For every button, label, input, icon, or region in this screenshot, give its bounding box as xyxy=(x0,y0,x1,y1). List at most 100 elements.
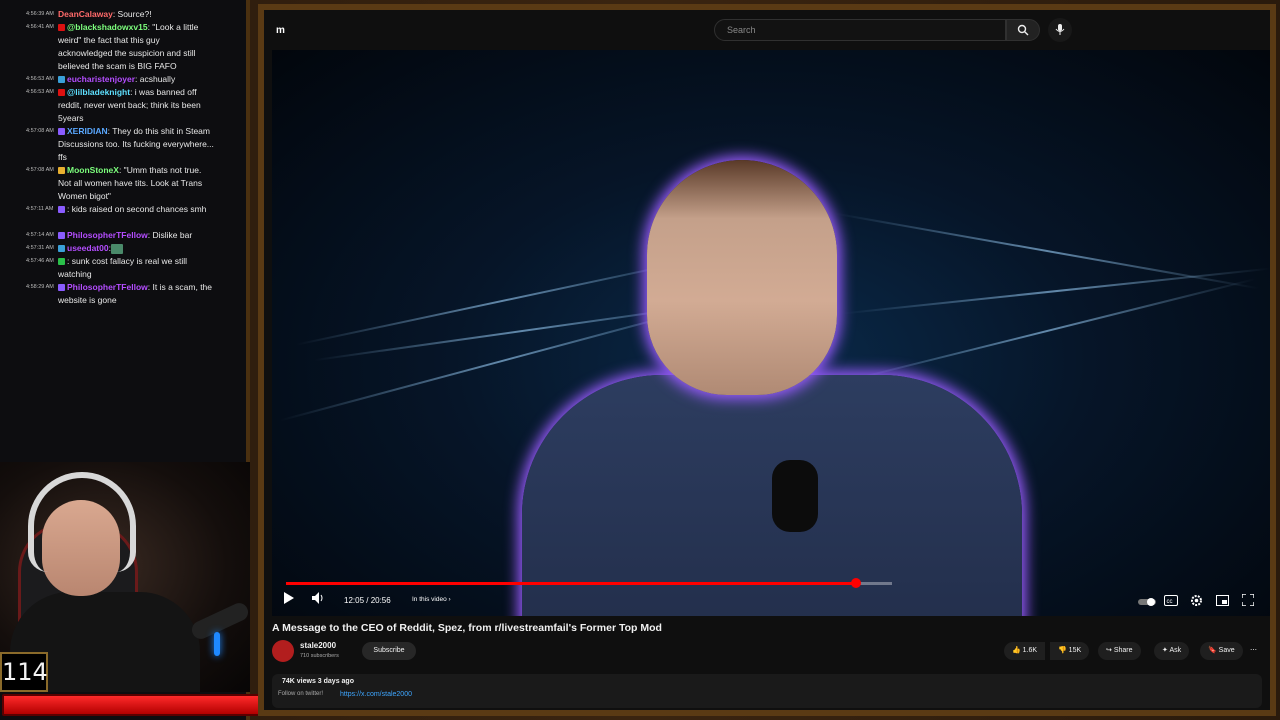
badge-icon xyxy=(58,167,65,175)
video-title: A Message to the CEO of Reddit, Spez, fr… xyxy=(272,622,662,634)
chat-username[interactable]: @lilbladeknight xyxy=(67,87,130,97)
chat-message: 4:56:39 AM DeanCalaway: Source?! xyxy=(0,8,246,21)
stream-layout: 4:56:39 AM DeanCalaway: Source?! 4:56:41… xyxy=(0,0,1280,720)
chat-timestamp: 4:57:46 AM xyxy=(26,258,54,264)
chat-timestamp: 4:57:14 AM xyxy=(26,232,54,238)
dislike-button[interactable]: 👎 15K xyxy=(1050,642,1090,660)
presenter-microphone xyxy=(772,460,818,532)
chapter-button[interactable]: In this video › xyxy=(412,596,451,603)
headphones-icon xyxy=(28,472,136,572)
chat-text: : Dislike bar xyxy=(147,230,193,240)
subscriber-count: 710 subscribers xyxy=(300,653,339,659)
youtube-logo[interactable]: m xyxy=(276,25,285,36)
chat-username[interactable]: PhilosopherTFellow xyxy=(67,282,148,292)
play-icon[interactable] xyxy=(284,592,294,607)
save-label: Save xyxy=(1218,647,1235,654)
video-presenter xyxy=(522,160,1022,616)
chat-username[interactable]: PhilosopherTFellow xyxy=(67,230,148,240)
badge-icon xyxy=(58,284,65,292)
chat-message: 4:57:11 AM : kids raised on second chanc… xyxy=(0,203,246,229)
badge-icon xyxy=(58,76,65,84)
player-controls: 12:05 / 20:56 In this video › cc xyxy=(272,588,1270,616)
presenter-head xyxy=(647,160,837,395)
progress-bar[interactable] xyxy=(286,578,892,588)
chat-message: 4:58:29 AM PhilosopherTFellow: It is a s… xyxy=(0,281,246,307)
chat-timestamp: 4:57:08 AM xyxy=(26,128,54,134)
chat-text: : Source?! xyxy=(112,9,152,19)
counter-badge: 114 xyxy=(0,652,48,692)
badge-icon xyxy=(58,258,65,266)
chat-message: 4:57:31 AM useedat00: xyxy=(0,242,246,255)
description-follow-text: Follow on twitter! xyxy=(278,691,324,697)
youtube-topbar: m Search xyxy=(264,10,1270,48)
video-player[interactable]: 12:05 / 20:56 In this video › cc xyxy=(272,50,1270,616)
chat-message: 4:57:46 AM : sunk cost fallacy is real w… xyxy=(0,255,246,281)
chat-message: 4:57:08 AM MoonStoneX: "Umm thats not tr… xyxy=(0,164,246,203)
chat-timestamp: 4:57:11 AM xyxy=(26,206,54,212)
search-icon[interactable] xyxy=(1006,19,1040,41)
microphone-light xyxy=(214,632,220,656)
chat-timestamp: 4:58:29 AM xyxy=(26,284,54,290)
ask-label: Ask xyxy=(1169,647,1182,654)
like-count: 1.6K xyxy=(1022,647,1038,654)
chat-message: 4:56:41 AM @blackshadowxv15: "Look a lit… xyxy=(0,21,246,73)
chat-message: 4:57:08 AM XERIDIAN: They do this shit i… xyxy=(0,125,246,164)
chat-username[interactable]: MoonStoneX xyxy=(67,165,119,175)
badge-icon xyxy=(58,89,65,97)
volume-icon[interactable] xyxy=(312,592,326,607)
chat-timestamp: 4:56:41 AM xyxy=(26,24,54,30)
thumbs-up-icon: 👍 xyxy=(1012,647,1023,654)
subscribe-button[interactable]: Subscribe xyxy=(362,642,416,660)
chat-text: : acshually xyxy=(135,74,176,84)
save-button[interactable]: 🔖 Save xyxy=(1200,642,1243,660)
mic-icon[interactable] xyxy=(1048,18,1072,42)
settings-gear-icon[interactable] xyxy=(1190,594,1203,610)
chat-text: : sunk cost fallacy is real we still wat… xyxy=(58,256,187,279)
time-display: 12:05 / 20:56 xyxy=(344,596,391,605)
thumbs-down-icon: 👎 xyxy=(1058,647,1069,654)
chat-message: 4:56:53 AM eucharistenjoyer: acshually xyxy=(0,73,246,86)
ask-button[interactable]: ✦ Ask xyxy=(1154,642,1190,660)
chat-message: 4:56:53 AM @lilbladeknight: i was banned… xyxy=(0,86,246,125)
badge-icon xyxy=(58,245,65,253)
chat-timestamp: 4:57:08 AM xyxy=(26,167,54,173)
badge-icon xyxy=(58,128,65,136)
fullscreen-icon[interactable] xyxy=(1241,593,1255,609)
video-meta: 74K views 3 days ago xyxy=(282,678,354,685)
miniplayer-icon[interactable] xyxy=(1216,595,1229,609)
badge-icon xyxy=(58,232,65,240)
chat-username[interactable]: eucharistenjoyer xyxy=(67,74,135,84)
chat-list: 4:56:39 AM DeanCalaway: Source?! 4:56:41… xyxy=(0,8,246,307)
chat-timestamp: 4:56:53 AM xyxy=(26,76,54,82)
badge-icon xyxy=(58,24,65,32)
chat-username[interactable]: DeanCalaway xyxy=(58,9,113,19)
description-box[interactable] xyxy=(272,674,1262,708)
chat-username[interactable]: @blackshadowxv15 xyxy=(67,22,148,32)
chat-username[interactable]: XERIDIAN xyxy=(67,126,108,136)
progress-scrubber[interactable] xyxy=(850,578,861,588)
share-icon: ↪ xyxy=(1106,647,1114,654)
channel-avatar[interactable] xyxy=(272,640,294,662)
chat-panel: 4:56:39 AM DeanCalaway: Source?! 4:56:41… xyxy=(0,0,250,720)
chat-timestamp: 4:57:31 AM xyxy=(26,245,54,251)
share-button[interactable]: ↪ Share xyxy=(1098,642,1141,660)
progress-fill xyxy=(286,582,856,585)
autoplay-toggle-icon[interactable] xyxy=(1138,596,1156,610)
chat-timestamp: 4:56:53 AM xyxy=(26,89,54,95)
chat-message: 4:57:14 AM PhilosopherTFellow: Dislike b… xyxy=(0,229,246,242)
chat-timestamp: 4:56:39 AM xyxy=(26,11,54,17)
dislike-count: 15K xyxy=(1068,647,1082,654)
badge-icon xyxy=(58,206,65,214)
svg-text:cc: cc xyxy=(1167,599,1173,605)
captions-icon[interactable]: cc xyxy=(1164,595,1178,609)
browser-window: m Search 12:05 / 20:56 In this video › c… xyxy=(258,4,1276,716)
like-button[interactable]: 👍 1.6K xyxy=(1004,642,1046,660)
channel-name[interactable]: stale2000 xyxy=(300,641,336,650)
chat-text: : kids raised on second chances smh xyxy=(67,204,207,214)
share-label: Share xyxy=(1113,647,1133,654)
more-actions-icon[interactable]: ⋯ xyxy=(1246,642,1261,660)
chat-username[interactable]: useedat00 xyxy=(67,243,109,253)
bookmark-icon: 🔖 xyxy=(1208,647,1219,654)
search-input[interactable]: Search xyxy=(714,19,1006,41)
description-link[interactable]: https://x.com/stale2000 xyxy=(340,691,412,698)
